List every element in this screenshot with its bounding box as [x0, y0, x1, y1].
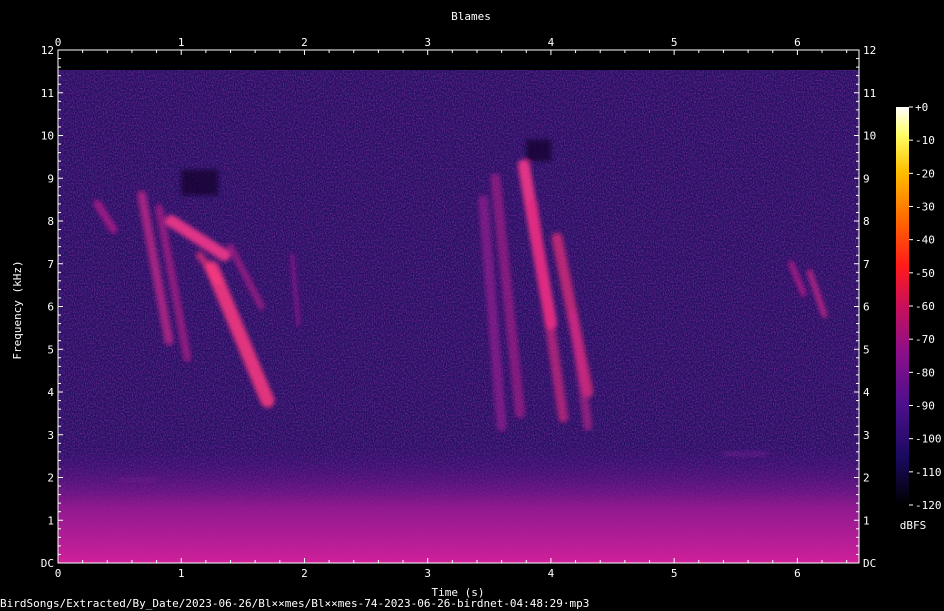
- colorbar-tick-label: -120: [915, 499, 942, 512]
- y-tick-label-left: 2: [47, 472, 54, 485]
- colorbar-tick-label: -10: [915, 134, 935, 147]
- colorbar-tick-label: -40: [915, 234, 935, 247]
- y-tick-label-right: 2: [863, 472, 870, 485]
- quiet-region: [181, 169, 219, 196]
- y-tick-label-right: 9: [863, 172, 870, 185]
- y-tick-label-left: 3: [47, 429, 54, 442]
- x-tick-label-bottom: 2: [301, 567, 308, 580]
- y-tick-label-right: 4: [863, 386, 870, 399]
- y-tick-label-left: 7: [47, 258, 54, 271]
- x-tick-label-top: 4: [548, 36, 555, 49]
- x-tick-label-bottom: 6: [794, 567, 801, 580]
- colorbar-tick-label: -80: [915, 366, 935, 379]
- colorbar: [896, 107, 909, 505]
- x-tick-label-bottom: 0: [55, 567, 62, 580]
- chart-title: Blames: [451, 10, 491, 23]
- x-tick-label-bottom: 1: [178, 567, 185, 580]
- x-tick-label-top: 2: [301, 36, 308, 49]
- x-tick-label-bottom: 3: [424, 567, 431, 580]
- x-tick-label-top: 3: [424, 36, 431, 49]
- colorbar-ticks: +0 -10 -20 -30 -40 -50 -60 -70 -80 -90 -100 -110 -12…: [909, 101, 942, 512]
- colorbar-tick-label: -110: [915, 466, 942, 479]
- low-frequency-band: [58, 440, 859, 563]
- colorbar-tick-label: -60: [915, 300, 935, 313]
- y-tick-label-left: 5: [47, 343, 54, 356]
- colorbar-unit: dBFS: [900, 519, 927, 532]
- y-tick-label-left: 10: [41, 130, 54, 143]
- spectrogram-chart: 00112233445566 DC DC1 12 23 34 45 56 67 78 89 910 1…: [0, 10, 942, 610]
- colorbar-tick-label: -90: [915, 400, 935, 413]
- x-tick-label-top: 1: [178, 36, 185, 49]
- y-tick-label-right: 6: [863, 301, 870, 314]
- x-tick-label-bottom: 4: [548, 567, 555, 580]
- file-path: BirdSongs/Extracted/By_Date/2023-06-26/B…: [0, 597, 589, 610]
- y-tick-label-left: 8: [47, 215, 54, 228]
- colorbar-tick-label: +0: [915, 101, 928, 114]
- y-tick-label-right: 8: [863, 215, 870, 228]
- y-tick-label-right: 3: [863, 429, 870, 442]
- y-tick-label-right: 7: [863, 258, 870, 271]
- x-tick-label-top: 5: [671, 36, 678, 49]
- y-tick-label-left: 6: [47, 301, 54, 314]
- plot-area: [58, 50, 859, 563]
- y-tick-label-left: 1: [47, 514, 54, 527]
- x-tick-label-top: 6: [794, 36, 801, 49]
- y-tick-label-left: 12: [41, 44, 54, 57]
- colorbar-tick-label: -20: [915, 167, 935, 180]
- y-tick-label-left: 4: [47, 386, 54, 399]
- colorbar-tick-label: -50: [915, 267, 935, 280]
- y-tick-label-left: 11: [41, 87, 54, 100]
- y-axis-label: Frequency (kHz): [11, 260, 24, 359]
- y-tick-label-right: 10: [863, 130, 876, 143]
- y-tick-label-left: 9: [47, 172, 54, 185]
- y-tick-label-right: 11: [863, 87, 876, 100]
- y-tick-label-right: 12: [863, 44, 876, 57]
- colorbar-tick-label: -30: [915, 201, 935, 214]
- colorbar-tick-label: -100: [915, 433, 942, 446]
- colorbar-tick-label: -70: [915, 333, 935, 346]
- y-tick-label-right: 1: [863, 514, 870, 527]
- quiet-region: [526, 139, 551, 162]
- y-tick-label-left: DC: [41, 557, 54, 570]
- y-tick-label-right: DC: [863, 557, 876, 570]
- y-tick-label-right: 5: [863, 343, 870, 356]
- x-tick-label-top: 0: [55, 36, 62, 49]
- x-tick-label-bottom: 5: [671, 567, 678, 580]
